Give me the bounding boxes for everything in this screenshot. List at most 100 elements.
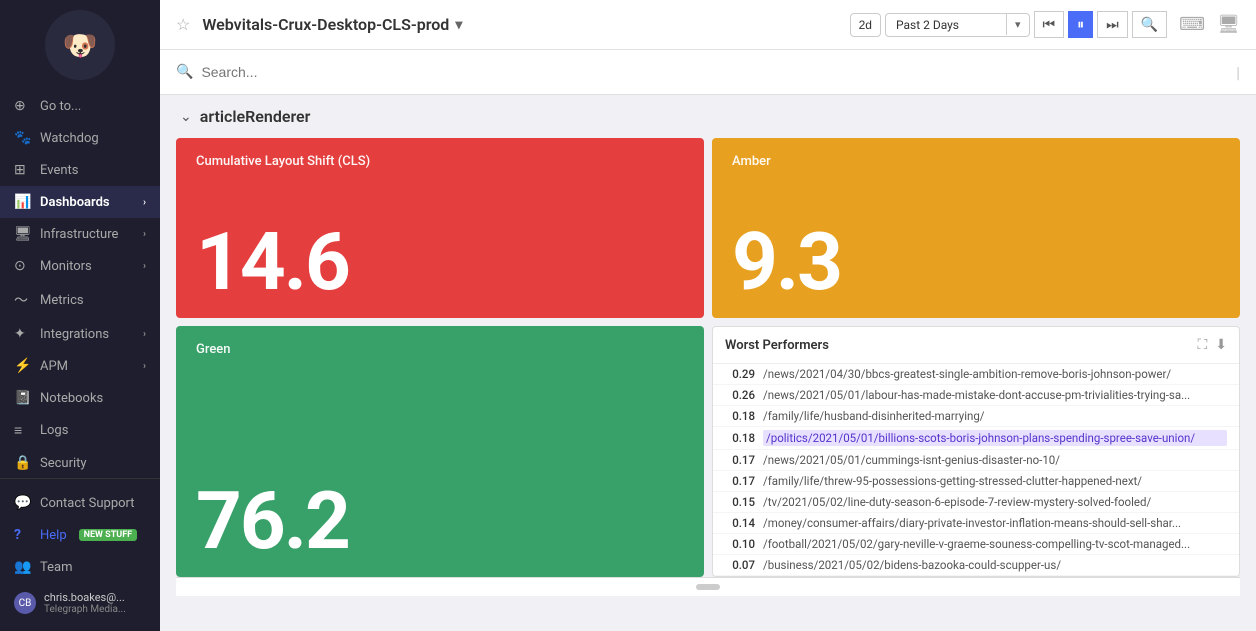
row-url: /family/life/husband-disinherited-marryi… [763, 409, 1227, 423]
sidebar-item-infrastructure[interactable]: 🖥 Infrastructure › [0, 218, 160, 250]
sidebar-footer-item-label: Team [40, 560, 73, 575]
time-badge-button[interactable]: 2d [850, 13, 881, 37]
help-icon: ? [14, 527, 32, 543]
play-button[interactable]: ⏸ [1068, 11, 1093, 38]
row-score: 0.10 [725, 537, 755, 551]
table-row[interactable]: 0.29/news/2021/04/30/bbcs-greatest-singl… [713, 364, 1239, 385]
sidebar-item-goto[interactable]: ⊕ Go to... [0, 90, 160, 122]
sidebar-item-user[interactable]: CB chris.boakes@... Telegraph Media... [0, 583, 160, 623]
table-row[interactable]: 0.15/tv/2021/05/02/line-duty-season-6-ep… [713, 492, 1239, 513]
header: ☆ Webvitals-Crux-Desktop-CLS-prod ▾ 2d P… [160, 0, 1256, 50]
app-logo: 🐶 [45, 10, 115, 80]
section-chevron-icon[interactable]: ⌄ [180, 109, 192, 125]
security-icon: 🔒 [14, 455, 32, 471]
row-url: /business/2021/05/02/bidens-bazooka-coul… [763, 558, 1227, 572]
search-bar: 🔍 | [160, 50, 1256, 95]
row-url: /politics/2021/05/01/billions-scots-bori… [763, 430, 1227, 446]
sidebar-footer-item-label: Contact Support [40, 496, 135, 511]
contact-support-icon: 💬 [14, 495, 32, 511]
monitor-icon[interactable]: 🖥 [1217, 14, 1240, 35]
search-icon: 🔍 [176, 64, 193, 80]
time-controls: 2d Past 2 Days ▾ ⏮ ⏸ ⏭ 🔍 [850, 11, 1168, 38]
integrations-icon: ✦ [14, 326, 32, 342]
sidebar-item-label: Go to... [40, 99, 81, 114]
metrics-top-row: Cumulative Layout Shift (CLS) 14.6 Amber… [176, 138, 1240, 318]
row-score: 0.15 [725, 495, 755, 509]
dashboard-title-text: Webvitals-Crux-Desktop-CLS-prod [202, 15, 449, 34]
main-content: ☆ Webvitals-Crux-Desktop-CLS-prod ▾ 2d P… [160, 0, 1256, 631]
search-input[interactable] [201, 64, 1228, 80]
sidebar-item-label: Notebooks [40, 391, 103, 406]
sidebar-logo: 🐶 [0, 0, 160, 90]
sidebar-item-label: Infrastructure [40, 227, 118, 242]
sidebar-item-contact-support[interactable]: 💬 Contact Support [0, 487, 160, 519]
worst-performers-card: Worst Performers ⛶ ⬇ 0.29/news/2021/04/3… [712, 326, 1240, 577]
download-icon[interactable]: ⬇ [1215, 337, 1227, 353]
sidebar-item-integrations[interactable]: ✦ Integrations › [0, 318, 160, 350]
sidebar-item-help[interactable]: ? Help NEW STUFF [0, 519, 160, 551]
row-url: /money/consumer-affairs/diary-private-in… [763, 516, 1227, 530]
watchdog-icon: 🐾 [14, 130, 32, 146]
table-row[interactable]: 0.18/politics/2021/05/01/billions-scots-… [713, 427, 1239, 450]
sidebar-item-events[interactable]: ⊞ Events [0, 154, 160, 186]
table-row[interactable]: 0.26/news/2021/05/01/labour-has-made-mis… [713, 385, 1239, 406]
sidebar-item-watchdog[interactable]: 🐾 Watchdog [0, 122, 160, 154]
metric-value-amber: 9.3 [732, 222, 1220, 302]
table-row[interactable]: 0.07/business/2021/05/02/bidens-bazooka-… [713, 555, 1239, 576]
sidebar-item-logs[interactable]: ≡ Logs [0, 414, 160, 447]
worst-performers-title: Worst Performers [725, 338, 829, 353]
sidebar-item-metrics[interactable]: 〜 Metrics [0, 282, 160, 318]
sidebar-item-label: APM [40, 359, 68, 374]
keyboard-icon[interactable]: ⌨ [1179, 14, 1205, 35]
time-range-selector: Past 2 Days ▾ [885, 13, 1030, 37]
metric-label-green: Green [196, 342, 684, 357]
sidebar-item-dashboards[interactable]: 📊 Dashboards › [0, 186, 160, 218]
metric-card-cls: Cumulative Layout Shift (CLS) 14.6 [176, 138, 704, 318]
section-header: ⌄ articleRenderer [176, 107, 1240, 126]
table-row[interactable]: 0.14/money/consumer-affairs/diary-privat… [713, 513, 1239, 534]
table-row[interactable]: 0.17/news/2021/05/01/cummings-isnt-geniu… [713, 450, 1239, 471]
sidebar-footer-item-label: Help [40, 528, 67, 543]
dashboards-icon: 📊 [14, 194, 32, 210]
metric-label-amber: Amber [732, 154, 1220, 169]
sidebar-item-monitors[interactable]: ⊙ Monitors › [0, 250, 160, 282]
sidebar-footer: 💬 Contact Support ? Help NEW STUFF 👥 Tea… [0, 478, 160, 631]
search-divider: | [1236, 63, 1240, 82]
chevron-right-icon: › [143, 361, 146, 372]
notebooks-icon: 📓 [14, 390, 32, 406]
metric-card-amber: Amber 9.3 [712, 138, 1240, 318]
help-new-badge: NEW STUFF [79, 529, 137, 541]
user-name: chris.boakes@... [44, 591, 126, 604]
dashboard-body: ⌄ articleRenderer Cumulative Layout Shif… [160, 95, 1256, 631]
sidebar-item-notebooks[interactable]: 📓 Notebooks [0, 382, 160, 414]
favorite-icon[interactable]: ☆ [176, 15, 190, 34]
sidebar-item-label: Security [40, 456, 87, 471]
table-row[interactable]: 0.18/family/life/husband-disinherited-ma… [713, 406, 1239, 427]
sidebar-item-team[interactable]: 👥 Team [0, 551, 160, 583]
sidebar-item-security[interactable]: 🔒 Security [0, 447, 160, 478]
bottom-scroll [176, 577, 1240, 596]
row-score: 0.18 [725, 431, 755, 445]
expand-icon[interactable]: ⛶ [1197, 337, 1207, 353]
sidebar-item-apm[interactable]: ⚡ APM › [0, 350, 160, 382]
next-button[interactable]: ⏭ [1097, 11, 1128, 38]
row-score: 0.18 [725, 409, 755, 423]
sidebar: 🐶 ⊕ Go to... 🐾 Watchdog ⊞ Events 📊 Dashb… [0, 0, 160, 631]
time-range-chevron-icon[interactable]: ▾ [1006, 14, 1029, 35]
scroll-indicator[interactable] [696, 584, 720, 590]
apm-icon: ⚡ [14, 358, 32, 374]
header-search-button[interactable]: 🔍 [1132, 11, 1167, 38]
events-icon: ⊞ [14, 162, 32, 178]
table-row[interactable]: 0.17/family/life/threw-95-possessions-ge… [713, 471, 1239, 492]
metric-card-green: Green 76.2 [176, 326, 704, 577]
section-title: articleRenderer [200, 107, 311, 126]
sidebar-item-label: Dashboards [40, 195, 110, 210]
row-url: /football/2021/05/02/gary-neville-v-grae… [763, 537, 1227, 551]
user-org: Telegraph Media... [44, 604, 126, 615]
row-score: 0.29 [725, 367, 755, 381]
prev-button[interactable]: ⏮ [1034, 11, 1065, 38]
title-chevron-icon[interactable]: ▾ [455, 17, 462, 33]
row-url: /news/2021/05/01/cummings-isnt-genius-di… [763, 453, 1227, 467]
sidebar-item-label: Integrations [40, 327, 109, 342]
table-row[interactable]: 0.10/football/2021/05/02/gary-neville-v-… [713, 534, 1239, 555]
